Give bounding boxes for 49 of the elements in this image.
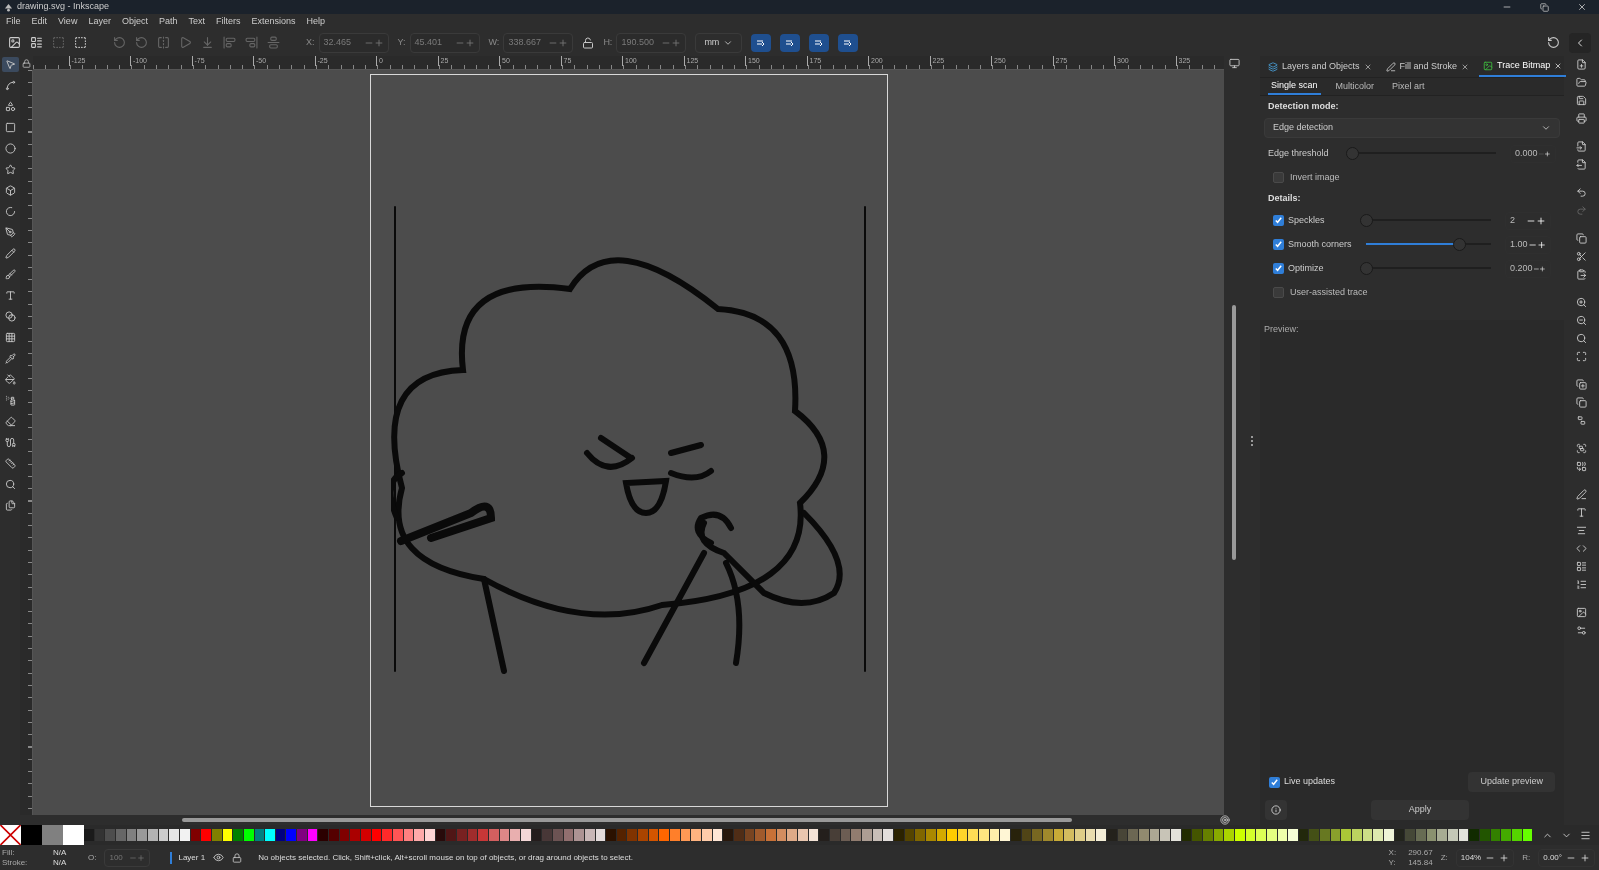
fill-value: N/A (53, 847, 68, 858)
menu-item[interactable]: Object (121, 14, 148, 29)
dock-tab[interactable]: Fill and Stroke (1381, 56, 1474, 77)
y-label: Y: (1388, 857, 1397, 868)
field-label: H: (603, 35, 613, 49)
section-heading: Details: (1267, 192, 1302, 205)
checkbox-label: Speckles (1288, 213, 1326, 227)
menu-item[interactable]: Path (158, 14, 178, 29)
menu-item[interactable]: File (6, 14, 21, 29)
status-message: No objects selected. Click, Shift+click, Alt+scroll mouse on top of objects, or drag around objects to select. (258, 851, 634, 864)
menu-item[interactable]: Extensions (251, 14, 296, 29)
menu-item[interactable]: Help (306, 14, 325, 29)
dock-tab[interactable]: Layers and Objects (1264, 56, 1376, 77)
zoom-label: Z: (1440, 851, 1448, 864)
section-heading: Detection mode: (1267, 100, 1340, 113)
preview-label: Preview: (1264, 324, 1299, 334)
menu-item[interactable]: Filters (215, 14, 241, 29)
field-label: Y: (397, 35, 406, 49)
y-value: 145.84 (1408, 857, 1433, 868)
stroke-value: N/A (53, 857, 68, 868)
checkbox-label: Live updates (1284, 775, 1337, 789)
menu-item[interactable]: Layer (88, 14, 111, 29)
rotation-field[interactable]: 0.00° (1538, 848, 1595, 867)
detection-dropdown[interactable]: Edge detection (1264, 117, 1560, 138)
checkbox-label: Optimize (1288, 261, 1325, 275)
opacity-label: O: (88, 851, 97, 864)
menu-item[interactable]: Edit (31, 14, 48, 29)
subtab[interactable]: Pixel art (1389, 78, 1428, 95)
layer-indicator[interactable]: Layer 1 (170, 851, 206, 864)
window-title: drawing.svg - Inkscape (17, 0, 111, 14)
x-label: X: (1388, 847, 1397, 858)
menu-item[interactable]: Text (188, 14, 205, 29)
checkbox-label: Smooth corners (1288, 237, 1352, 251)
stroke-label: Stroke: (2, 857, 29, 868)
checkbox-label: User-assisted trace (1290, 285, 1368, 299)
unit-dropdown[interactable]: mm (695, 32, 743, 53)
x-value: 290.67 (1408, 847, 1433, 858)
field-label: W: (488, 35, 500, 49)
dock-tab[interactable]: Trace Bitmap (1479, 56, 1567, 77)
rotation-label: R: (1522, 851, 1531, 864)
checkbox-label: Invert image (1290, 170, 1340, 184)
apply-button[interactable]: Apply (1371, 800, 1469, 820)
update-preview-button[interactable]: Update preview (1468, 772, 1555, 792)
subtab[interactable]: Multicolor (1332, 78, 1378, 95)
field-label: X: (306, 35, 315, 49)
fill-label: Fill: (2, 847, 16, 858)
zoom-field[interactable]: 104% (1455, 848, 1515, 867)
slider-label: Edge threshold (1268, 146, 1330, 160)
menu-item[interactable]: View (58, 14, 78, 29)
